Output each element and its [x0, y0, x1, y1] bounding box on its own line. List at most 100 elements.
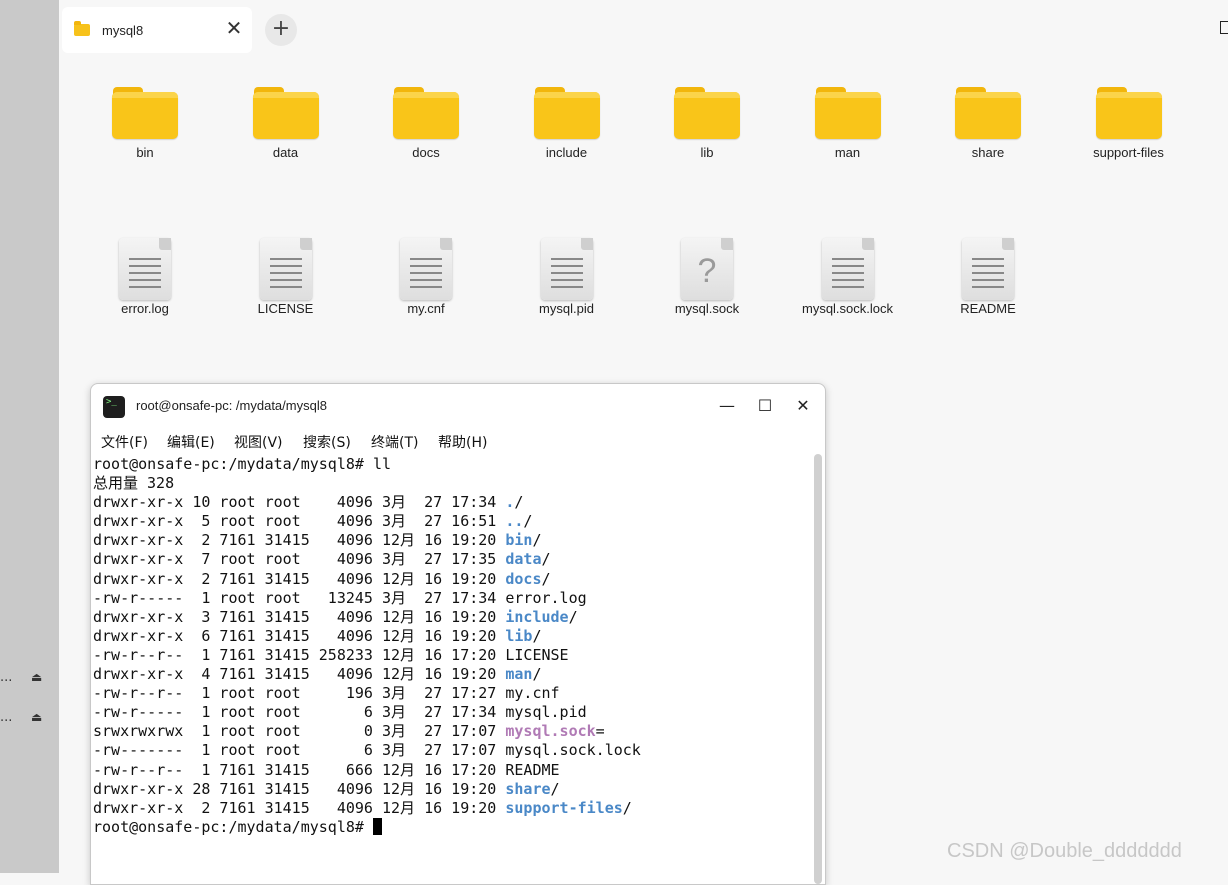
eject-icon[interactable]: ⏏ [31, 710, 42, 724]
terminal-menubar: 文件(F) 编辑(E) 视图(V) 搜索(S) 终端(T) 帮助(H) [91, 428, 825, 454]
terminal-line: -rw-r----- 1 root root 6 3月 27 17:34 mys… [93, 703, 587, 722]
directory-name: lib [505, 626, 533, 645]
terminal-line: drwxr-xr-x 3 7161 31415 4096 12月 16 19:2… [93, 607, 578, 626]
terminal-title: root@onsafe-pc: /mydata/mysql8 [136, 398, 327, 413]
folder-icon [252, 87, 319, 139]
minimize-button[interactable]: — [715, 394, 739, 418]
terminal-line: -rw-r--r-- 1 7161 31415 666 12月 16 17:20… [93, 760, 560, 779]
text-file-icon [400, 238, 452, 300]
folder-item[interactable]: bin [85, 87, 205, 160]
device-label: ... [0, 710, 13, 725]
terminal-line: drwxr-xr-x 5 root root 4096 3月 27 16:51 … [93, 512, 533, 531]
tab-bar: mysql8 ✕ + [59, 0, 1228, 62]
terminal-line: drwxr-xr-x 2 7161 31415 4096 12月 16 19:2… [93, 798, 632, 817]
directory-name: man [505, 665, 533, 684]
folder-icon [1095, 87, 1162, 139]
terminal-line: drwxr-xr-x 2 7161 31415 4096 12月 16 19:2… [93, 531, 542, 550]
folder-label: bin [136, 145, 154, 160]
terminal-titlebar[interactable]: >_ root@onsafe-pc: /mydata/mysql8 — ☐ ✕ [91, 384, 825, 428]
socket-name: mysql.sock [505, 722, 596, 741]
sidebar-device-row[interactable]: ... ⏏ [0, 710, 59, 730]
menu-help[interactable]: 帮助(H) [438, 432, 487, 452]
text-file-icon [259, 238, 312, 300]
folder-label: support-files [1093, 145, 1164, 160]
folder-icon [674, 87, 740, 139]
file-item[interactable]: mysql.pid [507, 238, 627, 316]
terminal-line: root@onsafe-pc:/mydata/mysql8# ll [93, 455, 392, 473]
folder-item[interactable]: docs [366, 87, 486, 160]
menu-terminal[interactable]: 终端(T) [371, 432, 418, 452]
folder-item[interactable]: man [788, 87, 908, 160]
terminal-line: srwxrwxrwx 1 root root 0 3月 27 17:07 mys… [93, 722, 605, 741]
directory-name: bin [505, 531, 533, 550]
file-item[interactable]: mysql.sock.lock [788, 238, 908, 316]
folder-item[interactable]: support-files [1069, 87, 1189, 160]
file-item[interactable]: ? mysql.sock [647, 238, 767, 316]
folder-icon [955, 87, 1021, 139]
folder-icon [112, 87, 178, 139]
terminal-line: drwxr-xr-x 7 root root 4096 3月 27 17:35 … [93, 550, 551, 569]
terminal-prompt[interactable]: root@onsafe-pc:/mydata/mysql8# [93, 817, 811, 837]
folder-label: lib [700, 145, 714, 160]
folder-label: data [272, 145, 299, 160]
folder-label: docs [412, 145, 440, 160]
tab-mysql8[interactable]: mysql8 ✕ [62, 7, 252, 53]
file-label: error.log [121, 301, 169, 316]
folder-icon [74, 21, 90, 36]
file-item[interactable]: my.cnf [366, 238, 486, 316]
directory-name: include [505, 607, 569, 626]
terminal-line: -rw-r--r-- 1 root root 196 3月 27 17:27 m… [93, 684, 560, 703]
window-edge-icon [1220, 21, 1228, 34]
terminal-output[interactable]: root@onsafe-pc:/mydata/mysql8# ll 总用量 328… [93, 455, 811, 884]
sidebar-device-row[interactable]: ... ⏏ [0, 670, 59, 690]
terminal-line: drwxr-xr-x 4 7161 31415 4096 12月 16 19:2… [93, 665, 542, 684]
device-label: ... [0, 670, 13, 685]
file-label: my.cnf [407, 301, 445, 316]
sidebar: ... ⏏ ... ⏏ [0, 0, 59, 873]
text-file-icon [962, 238, 1014, 300]
terminal-line: drwxr-xr-x 28 7161 31415 4096 12月 16 19:… [93, 779, 560, 798]
terminal-line: -rw-r----- 1 root root 13245 3月 27 17:34… [93, 588, 587, 607]
file-label: mysql.sock [674, 301, 740, 316]
text-file-icon [119, 238, 171, 300]
folder-icon [814, 87, 881, 139]
terminal-line: drwxr-xr-x 10 root root 4096 3月 27 17:34… [93, 493, 524, 512]
eject-icon[interactable]: ⏏ [31, 670, 42, 684]
folder-label: include [545, 145, 588, 160]
file-label: mysql.sock.lock [801, 301, 894, 316]
directory-name: data [505, 550, 542, 569]
folder-item[interactable]: lib [647, 87, 767, 160]
terminal-scrollbar[interactable] [814, 454, 822, 884]
folder-item[interactable]: share [928, 87, 1048, 160]
tab-label: mysql8 [102, 23, 144, 38]
close-icon[interactable]: ✕ [225, 18, 243, 38]
file-item[interactable]: LICENSE [226, 238, 346, 316]
new-tab-button[interactable]: + [265, 14, 297, 46]
text-file-icon [540, 238, 593, 300]
file-label: LICENSE [257, 301, 314, 316]
directory-name: docs [505, 569, 542, 588]
terminal-window[interactable]: >_ root@onsafe-pc: /mydata/mysql8 — ☐ ✕ … [90, 383, 826, 885]
folder-label: share [971, 145, 1005, 160]
folder-item[interactable]: data [226, 87, 346, 160]
file-item[interactable]: error.log [85, 238, 205, 316]
unknown-file-icon: ? [681, 238, 733, 300]
terminal-line: -rw------- 1 root root 6 3月 27 17:07 mys… [93, 741, 641, 760]
folder-item[interactable]: include [507, 87, 627, 160]
file-item[interactable]: README [928, 238, 1048, 316]
menu-file[interactable]: 文件(F) [101, 432, 148, 452]
folder-label: man [834, 145, 861, 160]
terminal-line: drwxr-xr-x 2 7161 31415 4096 12月 16 19:2… [93, 569, 551, 588]
menu-edit[interactable]: 编辑(E) [167, 432, 215, 452]
terminal-line: drwxr-xr-x 6 7161 31415 4096 12月 16 19:2… [93, 626, 542, 645]
folder-icon [533, 87, 600, 139]
maximize-button[interactable]: ☐ [753, 394, 777, 418]
file-label: mysql.pid [539, 301, 594, 316]
menu-view[interactable]: 视图(V) [234, 432, 283, 452]
directory-name: .. [505, 512, 524, 531]
folder-icon [393, 87, 459, 139]
directory-name: support-files [505, 798, 623, 817]
menu-search[interactable]: 搜索(S) [303, 432, 351, 452]
close-button[interactable]: ✕ [791, 394, 815, 418]
terminal-icon: >_ [103, 396, 125, 418]
